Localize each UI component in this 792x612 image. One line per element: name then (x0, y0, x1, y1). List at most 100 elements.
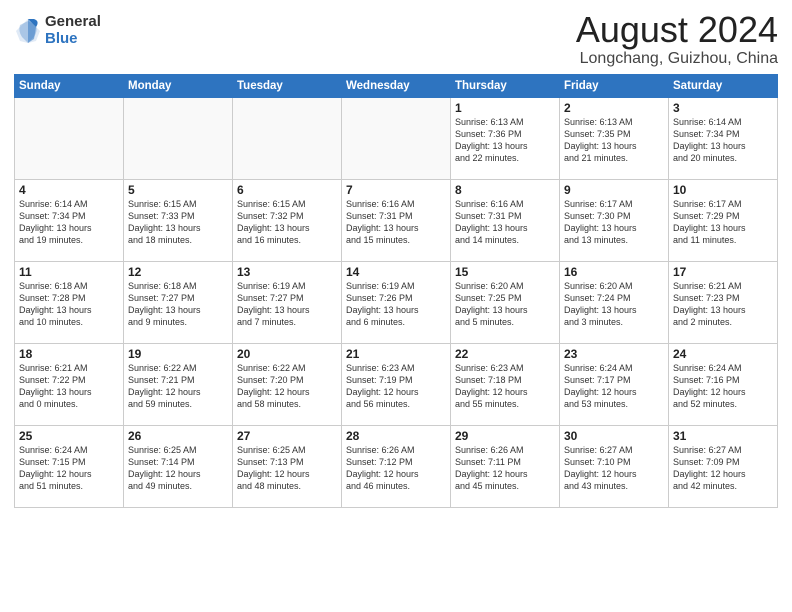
calendar-day-cell: 15Sunrise: 6:20 AMSunset: 7:25 PMDayligh… (451, 261, 560, 343)
day-info: Sunrise: 6:21 AMSunset: 7:22 PMDaylight:… (19, 362, 119, 411)
calendar-day-cell: 3Sunrise: 6:14 AMSunset: 7:34 PMDaylight… (669, 97, 778, 179)
day-info: Sunrise: 6:26 AMSunset: 7:11 PMDaylight:… (455, 444, 555, 493)
calendar-week-row: 1Sunrise: 6:13 AMSunset: 7:36 PMDaylight… (15, 97, 778, 179)
day-info: Sunrise: 6:13 AMSunset: 7:35 PMDaylight:… (564, 116, 664, 165)
day-number: 30 (564, 429, 664, 443)
day-info: Sunrise: 6:23 AMSunset: 7:18 PMDaylight:… (455, 362, 555, 411)
logo-icon (14, 17, 42, 45)
day-info: Sunrise: 6:15 AMSunset: 7:32 PMDaylight:… (237, 198, 337, 247)
day-number: 19 (128, 347, 228, 361)
day-info: Sunrise: 6:18 AMSunset: 7:28 PMDaylight:… (19, 280, 119, 329)
weekday-header: Saturday (669, 74, 778, 97)
calendar-day-cell: 11Sunrise: 6:18 AMSunset: 7:28 PMDayligh… (15, 261, 124, 343)
calendar-week-row: 18Sunrise: 6:21 AMSunset: 7:22 PMDayligh… (15, 343, 778, 425)
calendar-day-cell: 17Sunrise: 6:21 AMSunset: 7:23 PMDayligh… (669, 261, 778, 343)
calendar-week-row: 11Sunrise: 6:18 AMSunset: 7:28 PMDayligh… (15, 261, 778, 343)
calendar-day-cell: 20Sunrise: 6:22 AMSunset: 7:20 PMDayligh… (233, 343, 342, 425)
calendar-day-cell: 22Sunrise: 6:23 AMSunset: 7:18 PMDayligh… (451, 343, 560, 425)
day-number: 13 (237, 265, 337, 279)
calendar-day-cell: 30Sunrise: 6:27 AMSunset: 7:10 PMDayligh… (560, 425, 669, 507)
day-number: 31 (673, 429, 773, 443)
logo-text: General Blue (45, 14, 101, 47)
day-number: 4 (19, 183, 119, 197)
day-number: 17 (673, 265, 773, 279)
header: General Blue August 2024 Longchang, Guiz… (14, 10, 778, 68)
day-info: Sunrise: 6:14 AMSunset: 7:34 PMDaylight:… (19, 198, 119, 247)
calendar-header-row: SundayMondayTuesdayWednesdayThursdayFrid… (15, 74, 778, 97)
calendar-day-cell: 1Sunrise: 6:13 AMSunset: 7:36 PMDaylight… (451, 97, 560, 179)
day-info: Sunrise: 6:16 AMSunset: 7:31 PMDaylight:… (346, 198, 446, 247)
weekday-header: Friday (560, 74, 669, 97)
weekday-header: Thursday (451, 74, 560, 97)
calendar-day-cell: 18Sunrise: 6:21 AMSunset: 7:22 PMDayligh… (15, 343, 124, 425)
day-info: Sunrise: 6:17 AMSunset: 7:30 PMDaylight:… (564, 198, 664, 247)
day-info: Sunrise: 6:20 AMSunset: 7:25 PMDaylight:… (455, 280, 555, 329)
weekday-header: Monday (124, 74, 233, 97)
calendar-day-cell: 24Sunrise: 6:24 AMSunset: 7:16 PMDayligh… (669, 343, 778, 425)
day-info: Sunrise: 6:25 AMSunset: 7:13 PMDaylight:… (237, 444, 337, 493)
calendar-day-cell (233, 97, 342, 179)
day-number: 25 (19, 429, 119, 443)
day-number: 16 (564, 265, 664, 279)
day-info: Sunrise: 6:24 AMSunset: 7:15 PMDaylight:… (19, 444, 119, 493)
calendar-day-cell: 2Sunrise: 6:13 AMSunset: 7:35 PMDaylight… (560, 97, 669, 179)
calendar-day-cell: 5Sunrise: 6:15 AMSunset: 7:33 PMDaylight… (124, 179, 233, 261)
calendar-day-cell: 27Sunrise: 6:25 AMSunset: 7:13 PMDayligh… (233, 425, 342, 507)
logo-blue: Blue (45, 31, 101, 48)
calendar-day-cell: 31Sunrise: 6:27 AMSunset: 7:09 PMDayligh… (669, 425, 778, 507)
day-number: 27 (237, 429, 337, 443)
calendar-day-cell: 9Sunrise: 6:17 AMSunset: 7:30 PMDaylight… (560, 179, 669, 261)
day-number: 9 (564, 183, 664, 197)
day-number: 21 (346, 347, 446, 361)
day-number: 5 (128, 183, 228, 197)
title-block: August 2024 Longchang, Guizhou, China (576, 10, 778, 68)
day-number: 29 (455, 429, 555, 443)
calendar-day-cell: 19Sunrise: 6:22 AMSunset: 7:21 PMDayligh… (124, 343, 233, 425)
day-info: Sunrise: 6:27 AMSunset: 7:10 PMDaylight:… (564, 444, 664, 493)
day-number: 20 (237, 347, 337, 361)
day-info: Sunrise: 6:17 AMSunset: 7:29 PMDaylight:… (673, 198, 773, 247)
day-info: Sunrise: 6:22 AMSunset: 7:20 PMDaylight:… (237, 362, 337, 411)
logo-general: General (45, 14, 101, 31)
day-number: 3 (673, 101, 773, 115)
calendar-day-cell (15, 97, 124, 179)
day-info: Sunrise: 6:18 AMSunset: 7:27 PMDaylight:… (128, 280, 228, 329)
calendar-subtitle: Longchang, Guizhou, China (576, 50, 778, 68)
day-number: 1 (455, 101, 555, 115)
day-info: Sunrise: 6:24 AMSunset: 7:16 PMDaylight:… (673, 362, 773, 411)
calendar-week-row: 25Sunrise: 6:24 AMSunset: 7:15 PMDayligh… (15, 425, 778, 507)
calendar-day-cell: 8Sunrise: 6:16 AMSunset: 7:31 PMDaylight… (451, 179, 560, 261)
calendar-day-cell: 28Sunrise: 6:26 AMSunset: 7:12 PMDayligh… (342, 425, 451, 507)
day-info: Sunrise: 6:19 AMSunset: 7:27 PMDaylight:… (237, 280, 337, 329)
day-number: 14 (346, 265, 446, 279)
day-info: Sunrise: 6:20 AMSunset: 7:24 PMDaylight:… (564, 280, 664, 329)
day-number: 26 (128, 429, 228, 443)
calendar-table: SundayMondayTuesdayWednesdayThursdayFrid… (14, 74, 778, 508)
calendar-day-cell: 21Sunrise: 6:23 AMSunset: 7:19 PMDayligh… (342, 343, 451, 425)
day-number: 8 (455, 183, 555, 197)
calendar-day-cell: 6Sunrise: 6:15 AMSunset: 7:32 PMDaylight… (233, 179, 342, 261)
page: General Blue August 2024 Longchang, Guiz… (0, 0, 792, 612)
day-info: Sunrise: 6:14 AMSunset: 7:34 PMDaylight:… (673, 116, 773, 165)
calendar-day-cell: 26Sunrise: 6:25 AMSunset: 7:14 PMDayligh… (124, 425, 233, 507)
day-number: 15 (455, 265, 555, 279)
day-info: Sunrise: 6:13 AMSunset: 7:36 PMDaylight:… (455, 116, 555, 165)
day-number: 12 (128, 265, 228, 279)
day-number: 28 (346, 429, 446, 443)
calendar-week-row: 4Sunrise: 6:14 AMSunset: 7:34 PMDaylight… (15, 179, 778, 261)
day-number: 2 (564, 101, 664, 115)
day-number: 18 (19, 347, 119, 361)
calendar-day-cell (342, 97, 451, 179)
day-info: Sunrise: 6:15 AMSunset: 7:33 PMDaylight:… (128, 198, 228, 247)
day-number: 22 (455, 347, 555, 361)
day-number: 24 (673, 347, 773, 361)
weekday-header: Sunday (15, 74, 124, 97)
day-number: 11 (19, 265, 119, 279)
logo: General Blue (14, 14, 101, 47)
day-info: Sunrise: 6:27 AMSunset: 7:09 PMDaylight:… (673, 444, 773, 493)
day-number: 6 (237, 183, 337, 197)
calendar-day-cell: 10Sunrise: 6:17 AMSunset: 7:29 PMDayligh… (669, 179, 778, 261)
day-info: Sunrise: 6:23 AMSunset: 7:19 PMDaylight:… (346, 362, 446, 411)
day-info: Sunrise: 6:26 AMSunset: 7:12 PMDaylight:… (346, 444, 446, 493)
calendar-day-cell: 7Sunrise: 6:16 AMSunset: 7:31 PMDaylight… (342, 179, 451, 261)
